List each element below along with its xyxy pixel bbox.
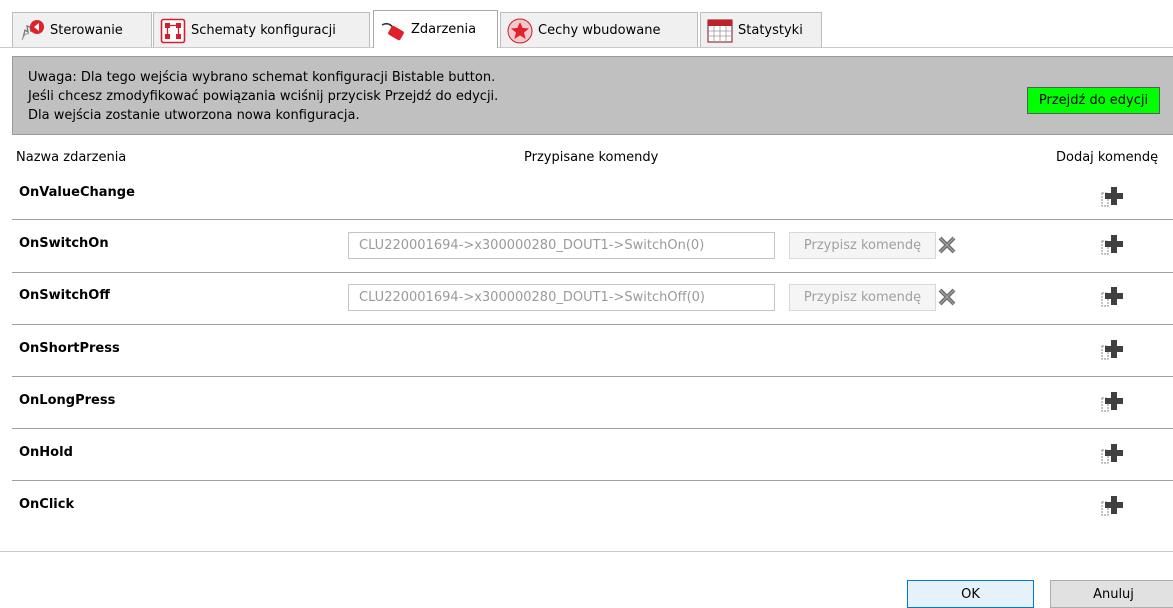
calendar-table-icon [707, 18, 733, 44]
go-to-edit-button[interactable]: Przejdź do edycji [1027, 87, 1160, 114]
tab-label: Statystyki [738, 23, 803, 38]
event-name: OnSwitchOff [19, 288, 110, 303]
add-command-icon[interactable] [1100, 183, 1126, 209]
tab-statystyki[interactable]: Statystyki [700, 12, 822, 48]
tab-bar-divider [0, 47, 1173, 48]
tab-schematy-konfiguracji[interactable]: Schematy konfiguracji [153, 12, 370, 48]
assigned-command-field[interactable]: CLU220001694->x300000280_DOUT1->SwitchOn… [348, 232, 775, 259]
event-row-onswitchon: OnSwitchOn CLU220001694->x300000280_DOUT… [12, 220, 1173, 272]
add-command-icon[interactable] [1100, 492, 1126, 518]
tab-cechy-wbudowane[interactable]: Cechy wbudowane [500, 12, 698, 48]
warning-text-line: Uwaga: Dla tego wejścia wybrano schemat … [28, 70, 496, 85]
events-icon [380, 17, 406, 43]
event-name: OnHold [19, 445, 73, 460]
assigned-command-field[interactable]: CLU220001694->x300000280_DOUT1->SwitchOf… [348, 284, 775, 311]
warning-text-line: Jeśli chcesz zmodyfikować powiązania wci… [28, 89, 499, 104]
event-name: OnValueChange [19, 185, 135, 200]
tab-zdarzenia[interactable]: Zdarzenia [373, 10, 498, 48]
header-event-name: Nazwa zdarzenia [16, 150, 127, 165]
add-command-icon[interactable] [1100, 440, 1126, 466]
remove-command-icon[interactable] [936, 234, 958, 256]
event-name: OnLongPress [19, 393, 116, 408]
tab-label: Cechy wbudowane [538, 23, 661, 38]
ok-button[interactable]: OK [907, 580, 1034, 608]
cancel-button[interactable]: Anuluj [1050, 580, 1173, 608]
event-row-onshortpress: OnShortPress [12, 325, 1173, 377]
event-row-onclick: OnClick [12, 481, 1173, 533]
event-name: OnShortPress [19, 341, 120, 356]
schema-icon [160, 18, 186, 44]
tab-label: Schematy konfiguracji [191, 23, 336, 38]
header-add-command: Dodaj komendę [1056, 150, 1159, 165]
star-icon [507, 18, 533, 44]
tab-label: Zdarzenia [411, 22, 477, 37]
warning-text-line: Dla wejścia zostanie utworzona nowa konf… [28, 108, 360, 123]
remove-command-icon[interactable] [936, 286, 958, 308]
add-command-icon[interactable] [1100, 388, 1126, 414]
event-name: OnClick [19, 497, 75, 512]
footer-divider [0, 551, 1173, 552]
add-command-icon[interactable] [1100, 231, 1126, 257]
event-row-onvaluechange: OnValueChange [12, 168, 1173, 219]
add-command-icon[interactable] [1100, 336, 1126, 362]
hand-pointer-icon [19, 18, 45, 44]
event-row-onswitchoff: OnSwitchOff CLU220001694->x300000280_DOU… [12, 272, 1173, 324]
add-command-icon[interactable] [1100, 283, 1126, 309]
tab-sterowanie[interactable]: Sterowanie [12, 12, 152, 48]
assign-command-button[interactable]: Przypisz komendę [789, 232, 936, 259]
header-assigned-commands: Przypisane komendy [524, 150, 659, 165]
event-name: OnSwitchOn [19, 236, 109, 251]
config-warning-panel: Uwaga: Dla tego wejścia wybrano schemat … [12, 56, 1173, 135]
event-row-onlongpress: OnLongPress [12, 377, 1173, 429]
assign-command-button[interactable]: Przypisz komendę [789, 284, 936, 311]
tab-bar: Sterowanie Schematy konfiguracji Zdarzen… [0, 0, 1173, 48]
event-row-onhold: OnHold [12, 429, 1173, 481]
tab-label: Sterowanie [50, 23, 123, 38]
